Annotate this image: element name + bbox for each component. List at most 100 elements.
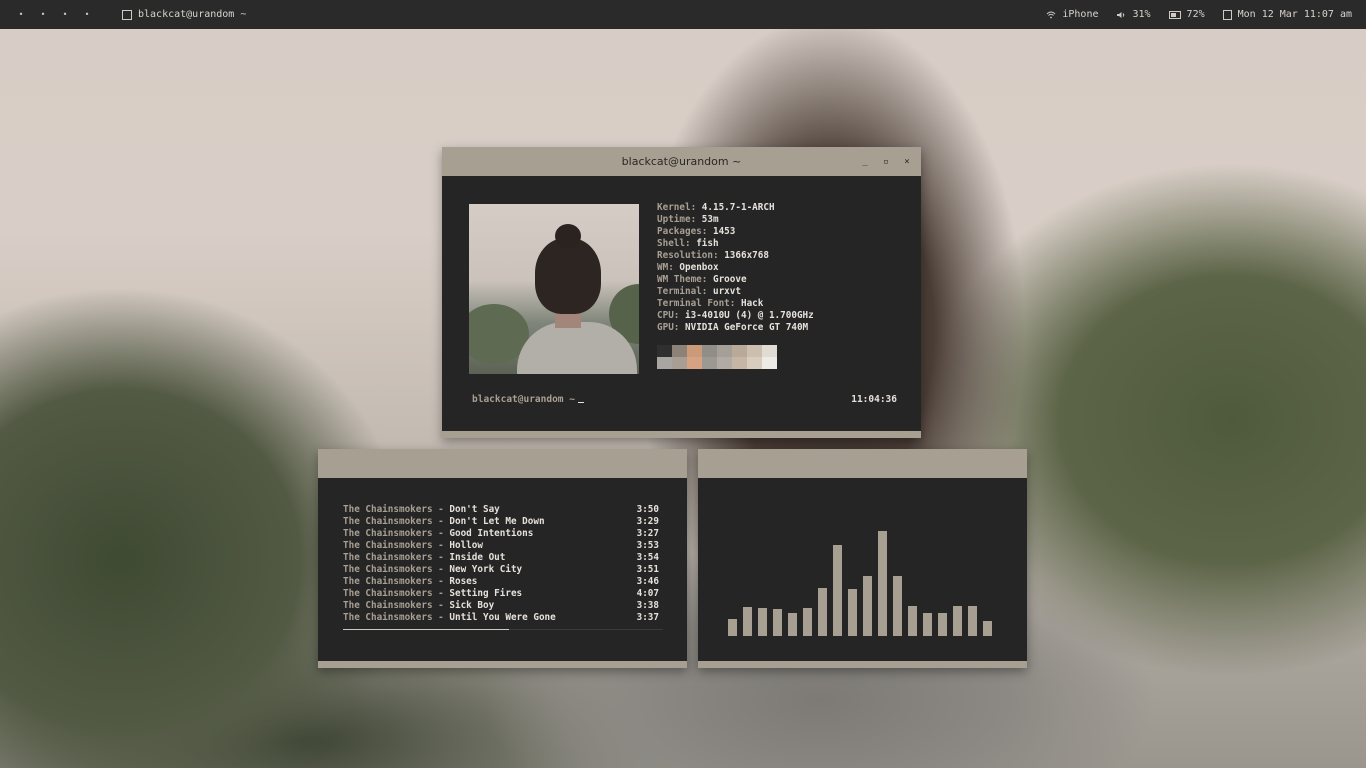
playlist-item[interactable]: The Chainsmokers - New York City 3:51 (343, 564, 659, 576)
window-controls: _ ▫ × (861, 147, 911, 176)
color-swatch (672, 345, 687, 369)
close-button[interactable]: × (903, 157, 911, 167)
track-duration: 3:53 (636, 540, 659, 551)
playback-progress-fill (343, 628, 510, 630)
track-separator: - (438, 552, 444, 563)
info-row: WM Theme: Groove (657, 274, 814, 286)
track-separator: - (438, 588, 444, 599)
color-swatch (762, 345, 777, 369)
color-swatch (717, 345, 732, 369)
wifi-indicator[interactable]: iPhone (1046, 9, 1098, 20)
playlist-item[interactable]: The Chainsmokers - Inside Out 3:54 (343, 552, 659, 564)
terminal-bottom-border (442, 431, 921, 438)
info-key: Terminal Font: (657, 298, 736, 309)
track-duration: 3:50 (636, 504, 659, 515)
visualizer-titlebar[interactable] (698, 449, 1027, 478)
playlist-item[interactable]: The Chainsmokers - Setting Fires 4:07 (343, 588, 659, 600)
spectrum-bar (863, 576, 872, 636)
track-artist: The Chainsmokers (343, 588, 433, 599)
music-player-window[interactable]: The Chainsmokers - Don't Say 3:50 The Chai… (318, 449, 687, 668)
audio-visualizer-window[interactable] (698, 449, 1027, 668)
music-titlebar[interactable] (318, 449, 687, 478)
track-separator: - (438, 540, 444, 551)
track-label: The Chainsmokers - Don't Say (343, 504, 500, 516)
track-artist: The Chainsmokers (343, 540, 433, 551)
info-value: NVIDIA GeForce GT 740M (685, 322, 809, 333)
playback-progress-bar[interactable] (343, 628, 663, 630)
info-value: 4.15.7-1-ARCH (701, 202, 775, 213)
track-title: New York City (449, 564, 523, 575)
maximize-button[interactable]: ▫ (882, 157, 890, 167)
active-window-label: blackcat@urandom ~ (138, 9, 247, 20)
image-hair-bun (555, 224, 581, 248)
info-row: Kernel: 4.15.7-1-ARCH (657, 202, 814, 214)
track-artist: The Chainsmokers (343, 600, 433, 611)
minimize-button[interactable]: _ (861, 157, 869, 167)
track-label: The Chainsmokers - Setting Fires (343, 588, 522, 600)
info-key: Resolution: (657, 250, 719, 261)
track-label: The Chainsmokers - New York City (343, 564, 522, 576)
spectrum-bars (728, 509, 998, 636)
text-cursor (577, 402, 584, 403)
track-separator: - (438, 528, 444, 539)
playlist-item[interactable]: The Chainsmokers - Don't Let Me Down 3:29 (343, 516, 659, 528)
clock-indicator[interactable]: Mon 12 Mar 11:07 am (1222, 9, 1352, 20)
track-title: Roses (449, 576, 478, 587)
info-key: CPU: (657, 310, 680, 321)
track-artist: The Chainsmokers (343, 564, 433, 575)
playlist-item[interactable]: The Chainsmokers - Roses 3:46 (343, 576, 659, 588)
info-row: Uptime: 53m (657, 214, 814, 226)
battery-icon (1168, 10, 1181, 19)
playlist-item[interactable]: The Chainsmokers - Good Intentions 3:27 (343, 528, 659, 540)
info-key: WM Theme: (657, 274, 708, 285)
playlist-item[interactable]: The Chainsmokers - Hollow 3:53 (343, 540, 659, 552)
spectrum-bar (923, 613, 932, 636)
playlist-item[interactable]: The Chainsmokers - Don't Say 3:50 (343, 504, 659, 516)
info-row: CPU: i3-4010U (4) @ 1.700GHz (657, 310, 814, 322)
workspace-3-button[interactable]: • (54, 10, 76, 19)
info-value: urxvt (712, 286, 741, 297)
workspace-2-button[interactable]: • (32, 10, 54, 19)
info-row: Shell: fish (657, 238, 814, 250)
track-separator: - (438, 564, 444, 575)
terminal-titlebar[interactable]: blackcat@urandom ~ _ ▫ × (442, 147, 921, 176)
workspace-4-button[interactable]: • (76, 10, 98, 19)
battery-indicator[interactable]: 72% (1168, 9, 1205, 20)
info-row: Terminal: urxvt (657, 286, 814, 298)
track-artist: The Chainsmokers (343, 612, 433, 623)
playlist-item[interactable]: The Chainsmokers - Until You Were Gone 3:… (343, 612, 659, 624)
color-swatch (657, 345, 672, 369)
color-swatch (732, 345, 747, 369)
info-row: Packages: 1453 (657, 226, 814, 238)
terminal-clock: 11:04:36 (851, 394, 897, 405)
workspace-switcher: • • • • (10, 10, 98, 19)
track-duration: 3:51 (636, 564, 659, 575)
spectrum-bar (848, 589, 857, 636)
terminal-window[interactable]: blackcat@urandom ~ _ ▫ × Kernel: 4.15.7-… (442, 147, 921, 438)
track-title: Sick Boy (449, 600, 495, 611)
track-artist: The Chainsmokers (343, 528, 433, 539)
shell-prompt[interactable]: blackcat@urandom ~ (472, 394, 584, 405)
track-artist: The Chainsmokers (343, 576, 433, 587)
track-artist: The Chainsmokers (343, 552, 433, 563)
spectrum-bar (833, 545, 842, 636)
active-window-title[interactable]: blackcat@urandom ~ (122, 9, 246, 20)
spectrum-bar (938, 613, 947, 636)
info-value: fish (696, 238, 719, 249)
info-key: Terminal: (657, 286, 708, 297)
info-key: Packages: (657, 226, 708, 237)
spectrum-bar (818, 588, 827, 636)
info-row: GPU: NVIDIA GeForce GT 740M (657, 322, 814, 334)
spectrum-bar (773, 609, 782, 636)
spectrum-bar (878, 531, 887, 636)
playlist-item[interactable]: The Chainsmokers - Sick Boy 3:38 (343, 600, 659, 612)
volume-icon (1117, 11, 1125, 18)
workspace-1-button[interactable]: • (10, 10, 32, 19)
info-key: Kernel: (657, 202, 697, 213)
volume-indicator[interactable]: 31% (1116, 9, 1151, 20)
track-artist: The Chainsmokers (343, 504, 433, 515)
track-duration: 3:54 (636, 552, 659, 563)
info-value: Openbox (679, 262, 719, 273)
track-separator: - (438, 504, 444, 515)
info-value: Hack (740, 298, 764, 309)
